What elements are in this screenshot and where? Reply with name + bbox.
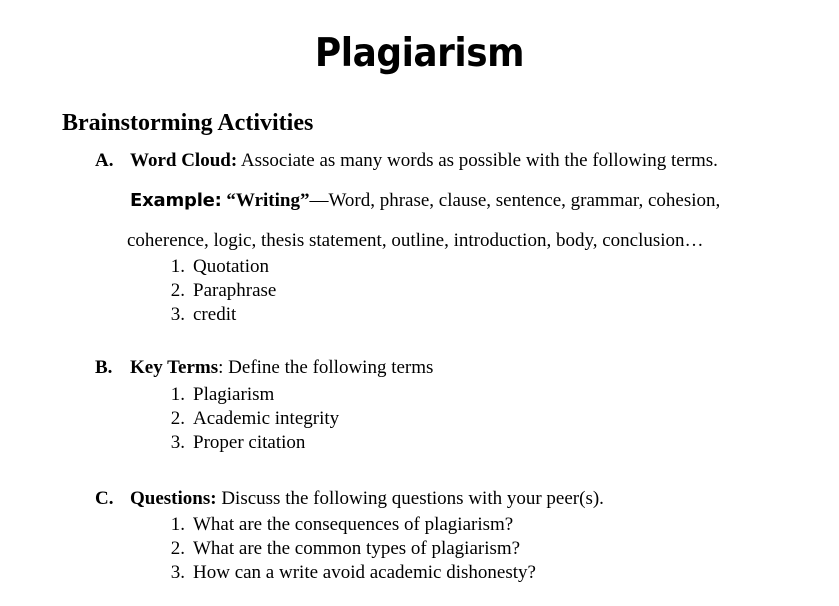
list-item: 2. What are the common types of plagiari… bbox=[163, 537, 536, 561]
list-item: 3. How can a write avoid academic dishon… bbox=[163, 561, 536, 585]
section-b-list: 1. Plagiarism 2. Academic integrity 3. P… bbox=[163, 383, 339, 455]
list-item: 2. Academic integrity bbox=[163, 407, 339, 431]
example-dash-text: —Word, phrase, clause, sentence, grammar… bbox=[309, 190, 721, 211]
document-page: Plagiarism Brainstorming Activities A. W… bbox=[0, 0, 839, 606]
section-a-list: 1. Quotation 2. Paraphrase 3. credit bbox=[163, 255, 277, 327]
list-item-number: 3. bbox=[170, 562, 185, 583]
list-item-label: Proper citation bbox=[193, 432, 306, 453]
list-item: 2. Paraphrase bbox=[163, 279, 277, 303]
section-c: C. Questions: Discuss the following ques… bbox=[95, 486, 795, 512]
list-item-number: 2. bbox=[170, 538, 185, 559]
list-item-label: Paraphrase bbox=[193, 280, 277, 301]
section-heading-brainstorming-activities: Brainstorming Activities bbox=[62, 110, 314, 136]
list-item-number: 3. bbox=[170, 432, 185, 453]
section-a-example-line: Example: “Writing”—Word, phrase, clause,… bbox=[130, 188, 720, 214]
list-item: 1. Plagiarism bbox=[163, 383, 339, 407]
list-item-number: 3. bbox=[170, 304, 185, 325]
section-a-description: Associate as many words as possible with… bbox=[237, 150, 718, 171]
section-b-marker: B. bbox=[95, 357, 113, 378]
list-item-label: What are the consequences of plagiarism? bbox=[193, 514, 514, 535]
section-a-text: Word Cloud: Associate as many words as p… bbox=[130, 148, 795, 174]
section-c-lead: Questions: bbox=[130, 488, 217, 509]
section-a-marker: A. bbox=[95, 150, 114, 171]
section-b-lead: Key Terms bbox=[130, 357, 219, 378]
section-a: A. Word Cloud: Associate as many words a… bbox=[95, 148, 795, 174]
section-c-list: 1. What are the consequences of plagiari… bbox=[163, 513, 536, 585]
example-label: Example: bbox=[130, 190, 222, 211]
section-c-description: Discuss the following questions with you… bbox=[216, 488, 604, 509]
list-item-number: 1. bbox=[170, 384, 185, 405]
list-item: 3. credit bbox=[163, 303, 276, 327]
list-item-label: Quotation bbox=[193, 256, 269, 277]
list-item: 3. Proper citation bbox=[163, 431, 339, 455]
list-item-label: What are the common types of plagiarism? bbox=[193, 538, 521, 559]
section-b-text: Key Terms: Define the following terms bbox=[130, 355, 795, 381]
page-title: Plagiarism bbox=[314, 31, 525, 76]
list-item-label: Plagiarism bbox=[193, 384, 275, 405]
list-item-number: 1. bbox=[170, 514, 185, 535]
example-quoted-term: “Writing” bbox=[226, 190, 310, 211]
list-item: 1. Quotation bbox=[163, 255, 276, 279]
list-item: 1. What are the consequences of plagiari… bbox=[163, 513, 536, 537]
section-a-example-continuation: coherence, logic, thesis statement, outl… bbox=[127, 230, 704, 251]
list-item-number: 2. bbox=[170, 280, 185, 301]
list-item-number: 2. bbox=[170, 408, 185, 429]
section-b: B. Key Terms: Define the following terms bbox=[95, 355, 795, 381]
section-b-description: : Define the following terms bbox=[218, 357, 434, 378]
list-item-label: How can a write avoid academic dishonest… bbox=[193, 562, 536, 583]
list-item-label: credit bbox=[193, 304, 237, 325]
list-item-label: Academic integrity bbox=[193, 408, 340, 429]
section-a-lead: Word Cloud: bbox=[130, 150, 238, 171]
section-c-text: Questions: Discuss the following questio… bbox=[130, 486, 795, 512]
list-item-number: 1. bbox=[170, 256, 185, 277]
section-c-marker: C. bbox=[95, 488, 114, 509]
